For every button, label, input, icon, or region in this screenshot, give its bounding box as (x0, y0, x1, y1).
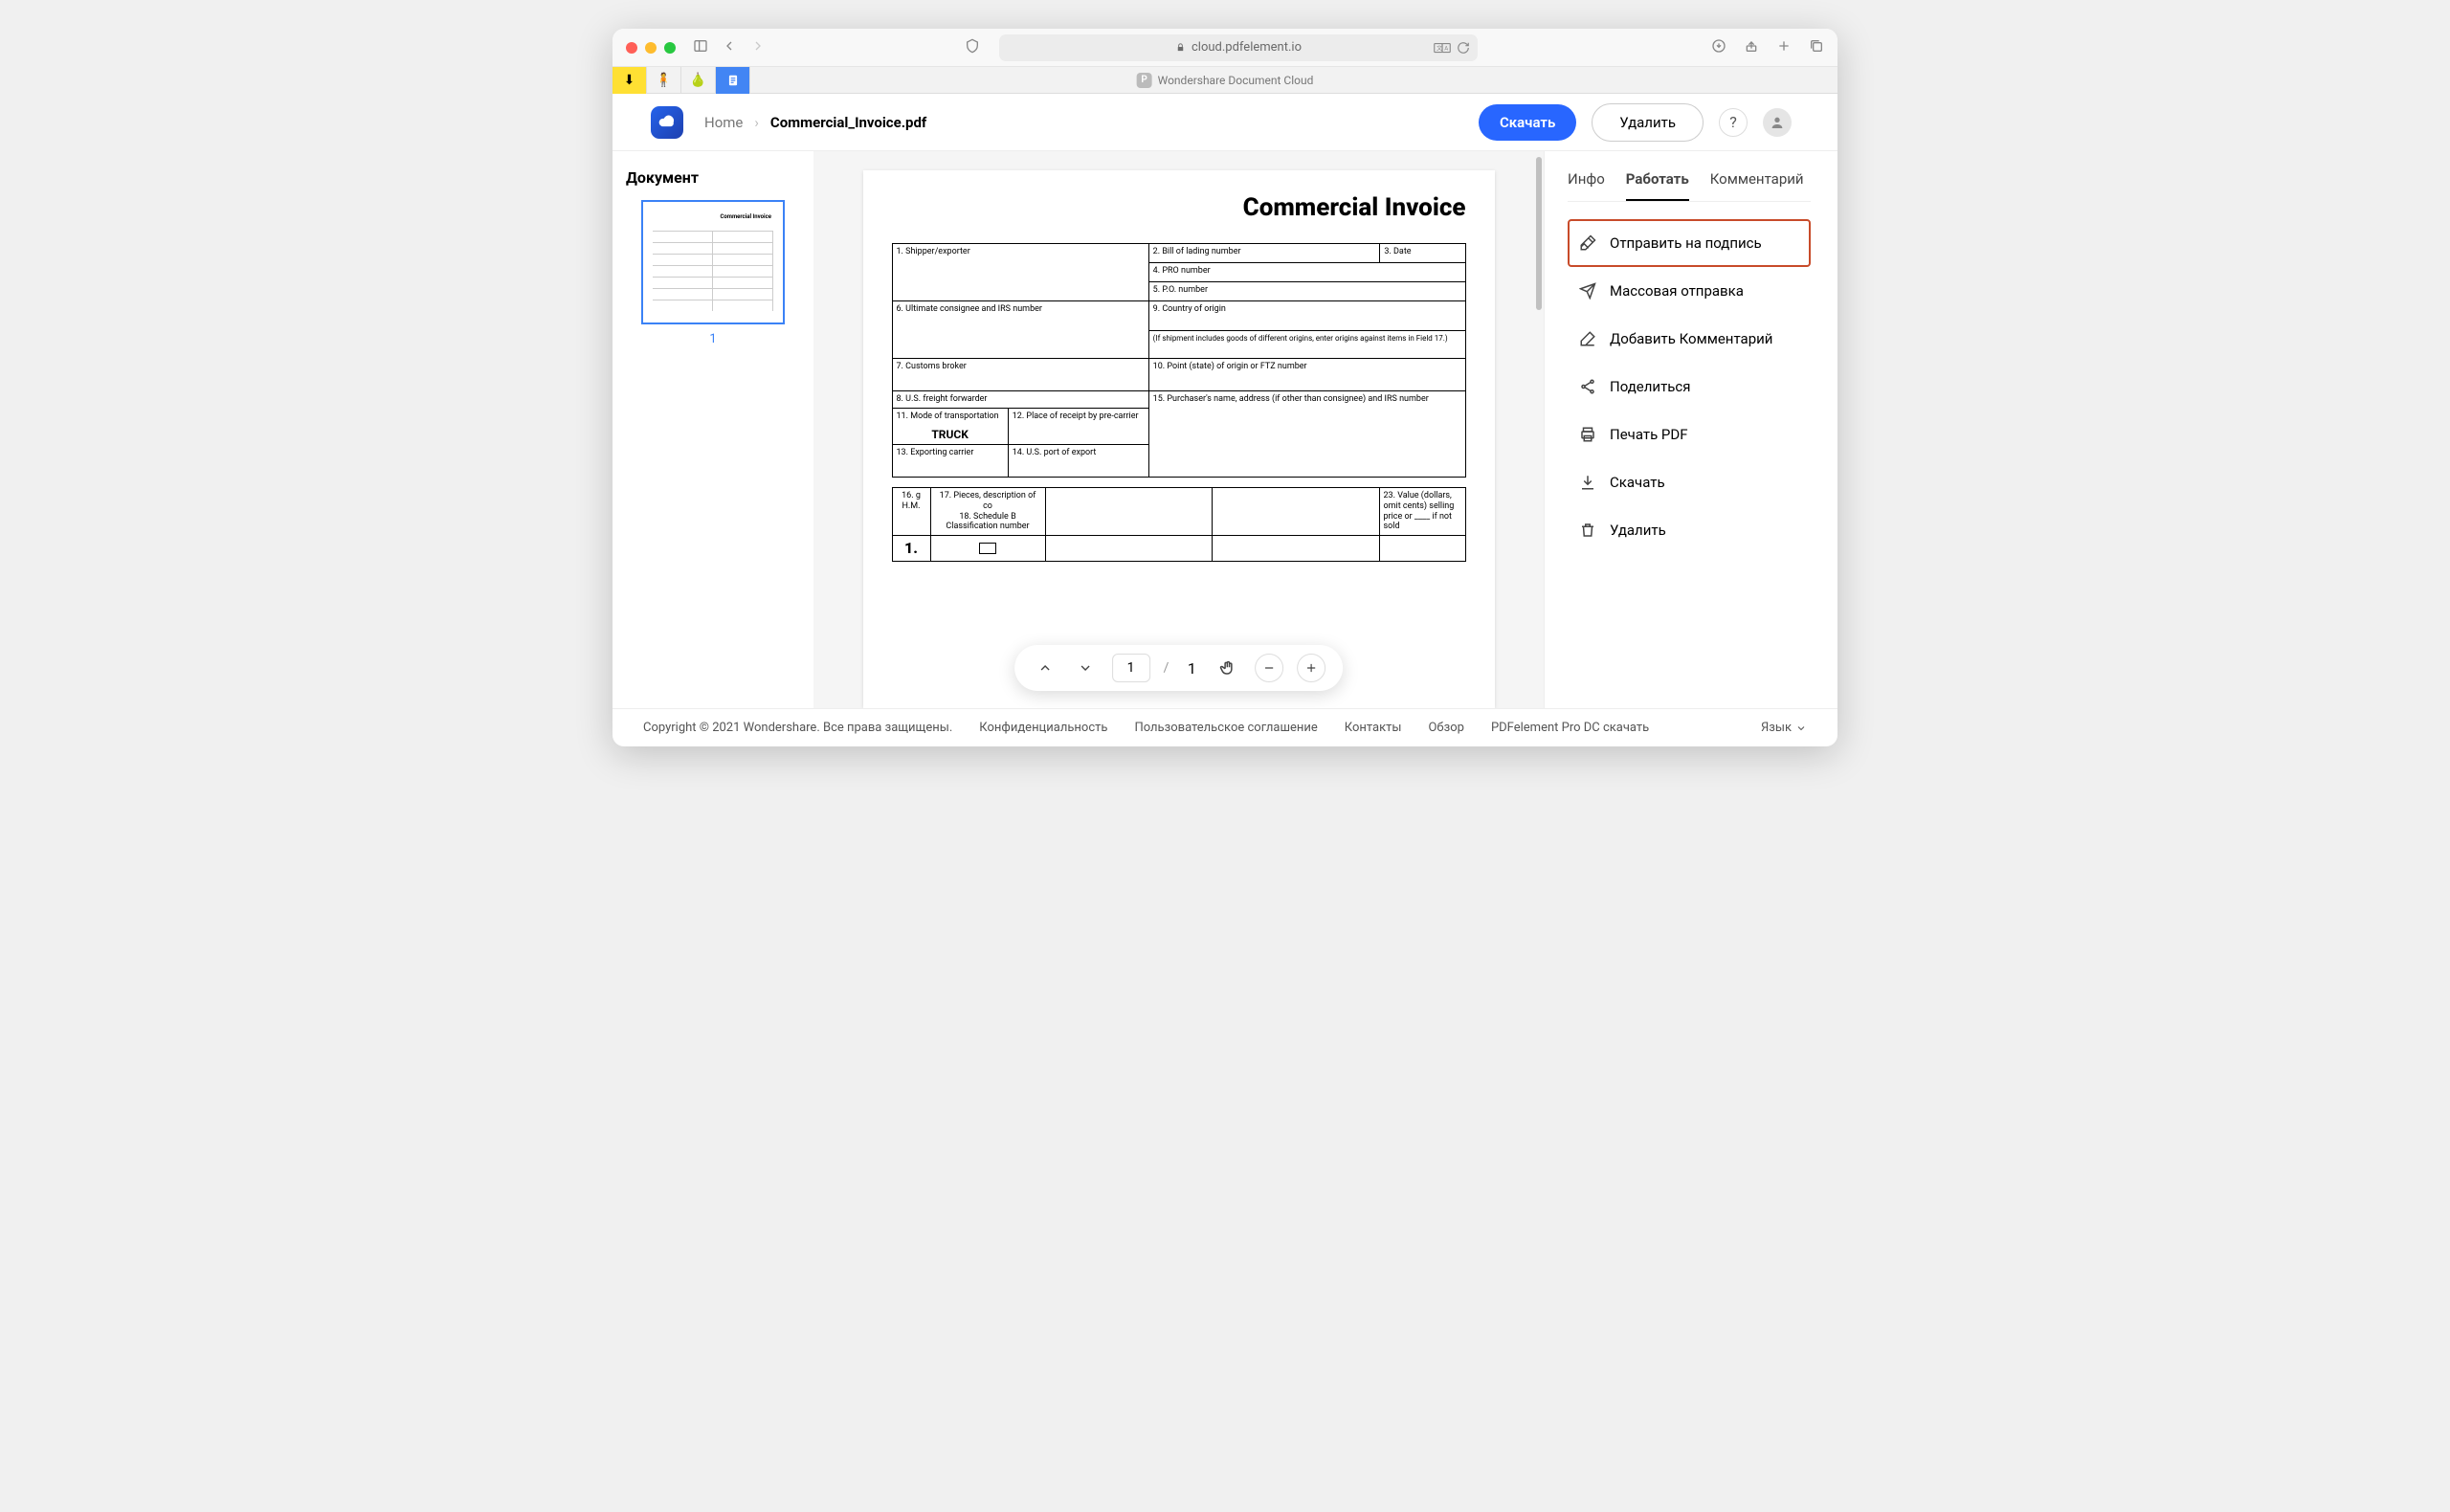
help-icon[interactable]: ? (1719, 108, 1748, 137)
action-bulk-send[interactable]: Массовая отправка (1568, 267, 1811, 315)
current-page-input[interactable] (1112, 654, 1150, 682)
svg-text:文: 文 (1437, 44, 1442, 52)
invoice-table: 1. Shipper/exporter 2. Bill of lading nu… (892, 243, 1466, 478)
favicon-tab-4[interactable] (716, 67, 750, 94)
total-pages: 1 (1182, 659, 1201, 678)
zoom-in-icon[interactable] (1297, 654, 1325, 682)
minimize-window-icon[interactable] (645, 42, 657, 54)
close-window-icon[interactable] (626, 42, 637, 54)
active-tab-title: P Wondershare Document Cloud (1137, 73, 1314, 88)
url-text: cloud.pdfelement.io (1192, 40, 1302, 55)
page-up-icon[interactable] (1032, 655, 1058, 681)
tab-comment[interactable]: Комментарий (1710, 165, 1804, 201)
footer-download-pro[interactable]: PDFelement Pro DC скачать (1491, 721, 1649, 735)
action-add-comment[interactable]: Добавить Комментарий (1568, 315, 1811, 363)
document-viewer[interactable]: Commercial Invoice 1. Shipper/exporter 2… (813, 151, 1545, 708)
titlebar: cloud.pdfelement.io 文A (612, 29, 1838, 67)
language-selector[interactable]: Язык (1761, 721, 1807, 735)
download-icon (1579, 474, 1596, 491)
sidebar-icon[interactable] (693, 38, 708, 57)
page-favicon-icon: P (1137, 73, 1152, 88)
pencil-icon (1579, 330, 1596, 347)
tabs-icon[interactable] (1809, 38, 1824, 57)
breadcrumb: Home › Commercial_Invoice.pdf (704, 114, 926, 131)
page-thumbnail[interactable]: Commercial Invoice (641, 200, 785, 324)
tab-work[interactable]: Работать (1626, 165, 1689, 201)
favicon-tab-3[interactable]: 🍐 (681, 67, 716, 94)
address-bar[interactable]: cloud.pdfelement.io 文A (999, 34, 1478, 61)
svg-text:A: A (1444, 45, 1448, 52)
chevron-down-icon (1795, 723, 1807, 734)
footer-privacy[interactable]: Конфиденциальность (979, 721, 1107, 735)
tab-info[interactable]: Инфо (1568, 165, 1605, 201)
maximize-window-icon[interactable] (664, 42, 676, 54)
download-button[interactable]: Скачать (1479, 104, 1576, 141)
main-area: Документ Commercial Invoice 1 (612, 151, 1838, 708)
browser-window: cloud.pdfelement.io 文A ⬇ 🧍 🍐 P Wondersha… (612, 29, 1838, 746)
tab-strip: ⬇ 🧍 🍐 P Wondershare Document Cloud (612, 67, 1838, 94)
document-page: Commercial Invoice 1. Shipper/exporter 2… (863, 170, 1495, 708)
action-download[interactable]: Скачать (1568, 458, 1811, 506)
breadcrumb-home[interactable]: Home (704, 114, 743, 131)
footer-contacts[interactable]: Контакты (1345, 721, 1402, 735)
right-tabs: Инфо Работать Комментарий (1568, 165, 1811, 202)
printer-icon (1579, 426, 1596, 443)
delete-button[interactable]: Удалить (1592, 103, 1704, 142)
thumbnails-panel: Документ Commercial Invoice 1 (612, 151, 813, 708)
back-icon[interactable] (722, 38, 737, 57)
footer-review[interactable]: Обзор (1428, 721, 1463, 735)
send-icon (1579, 282, 1596, 300)
chevron-right-icon: › (754, 114, 759, 131)
lock-icon (1175, 42, 1186, 53)
action-delete[interactable]: Удалить (1568, 506, 1811, 554)
share-icon[interactable] (1744, 38, 1759, 57)
scrollbar-thumb[interactable] (1536, 157, 1542, 310)
zoom-out-icon[interactable] (1255, 654, 1283, 682)
panel-title: Документ (626, 168, 800, 187)
actions-panel: Инфо Работать Комментарий Отправить на п… (1550, 151, 1838, 708)
copyright-text: Copyright © 2021 Wondershare. Все права … (643, 721, 952, 735)
forward-icon[interactable] (750, 38, 766, 57)
signature-icon (1579, 234, 1596, 252)
translate-icon[interactable]: 文A (1434, 41, 1451, 55)
page-down-icon[interactable] (1072, 655, 1099, 681)
footer: Copyright © 2021 Wondershare. Все права … (612, 708, 1838, 746)
favicon-tab-1[interactable]: ⬇ (612, 67, 647, 94)
titlebar-nav (693, 38, 766, 57)
cloud-logo-icon[interactable] (651, 106, 683, 139)
action-share[interactable]: Поделиться (1568, 363, 1811, 411)
titlebar-actions (1711, 38, 1824, 57)
pan-hand-icon[interactable] (1214, 655, 1241, 681)
action-print[interactable]: Печать PDF (1568, 411, 1811, 458)
invoice-detail-table: 16. g H.M. 17. Pieces, description of co… (892, 487, 1466, 562)
thumbnail-page-number: 1 (626, 332, 800, 346)
plus-icon[interactable] (1776, 38, 1792, 57)
reload-icon[interactable] (1457, 41, 1470, 55)
document-title: Commercial Invoice (892, 193, 1466, 222)
viewer-toolbar: / 1 (1014, 645, 1344, 691)
breadcrumb-file: Commercial_Invoice.pdf (770, 114, 926, 131)
app-header: Home › Commercial_Invoice.pdf Скачать Уд… (612, 94, 1838, 151)
scrollbar-track[interactable] (1536, 157, 1542, 702)
footer-terms[interactable]: Пользовательское соглашение (1134, 721, 1317, 735)
share-nodes-icon (1579, 378, 1596, 395)
action-send-for-signature[interactable]: Отправить на подпись (1568, 219, 1811, 267)
window-controls (626, 42, 676, 54)
favicon-tab-2[interactable]: 🧍 (647, 67, 681, 94)
download-tray-icon[interactable] (1711, 38, 1726, 57)
trash-icon (1579, 522, 1596, 539)
page-separator: / (1164, 660, 1169, 676)
shield-icon[interactable] (965, 38, 980, 57)
avatar-icon[interactable] (1763, 108, 1792, 137)
